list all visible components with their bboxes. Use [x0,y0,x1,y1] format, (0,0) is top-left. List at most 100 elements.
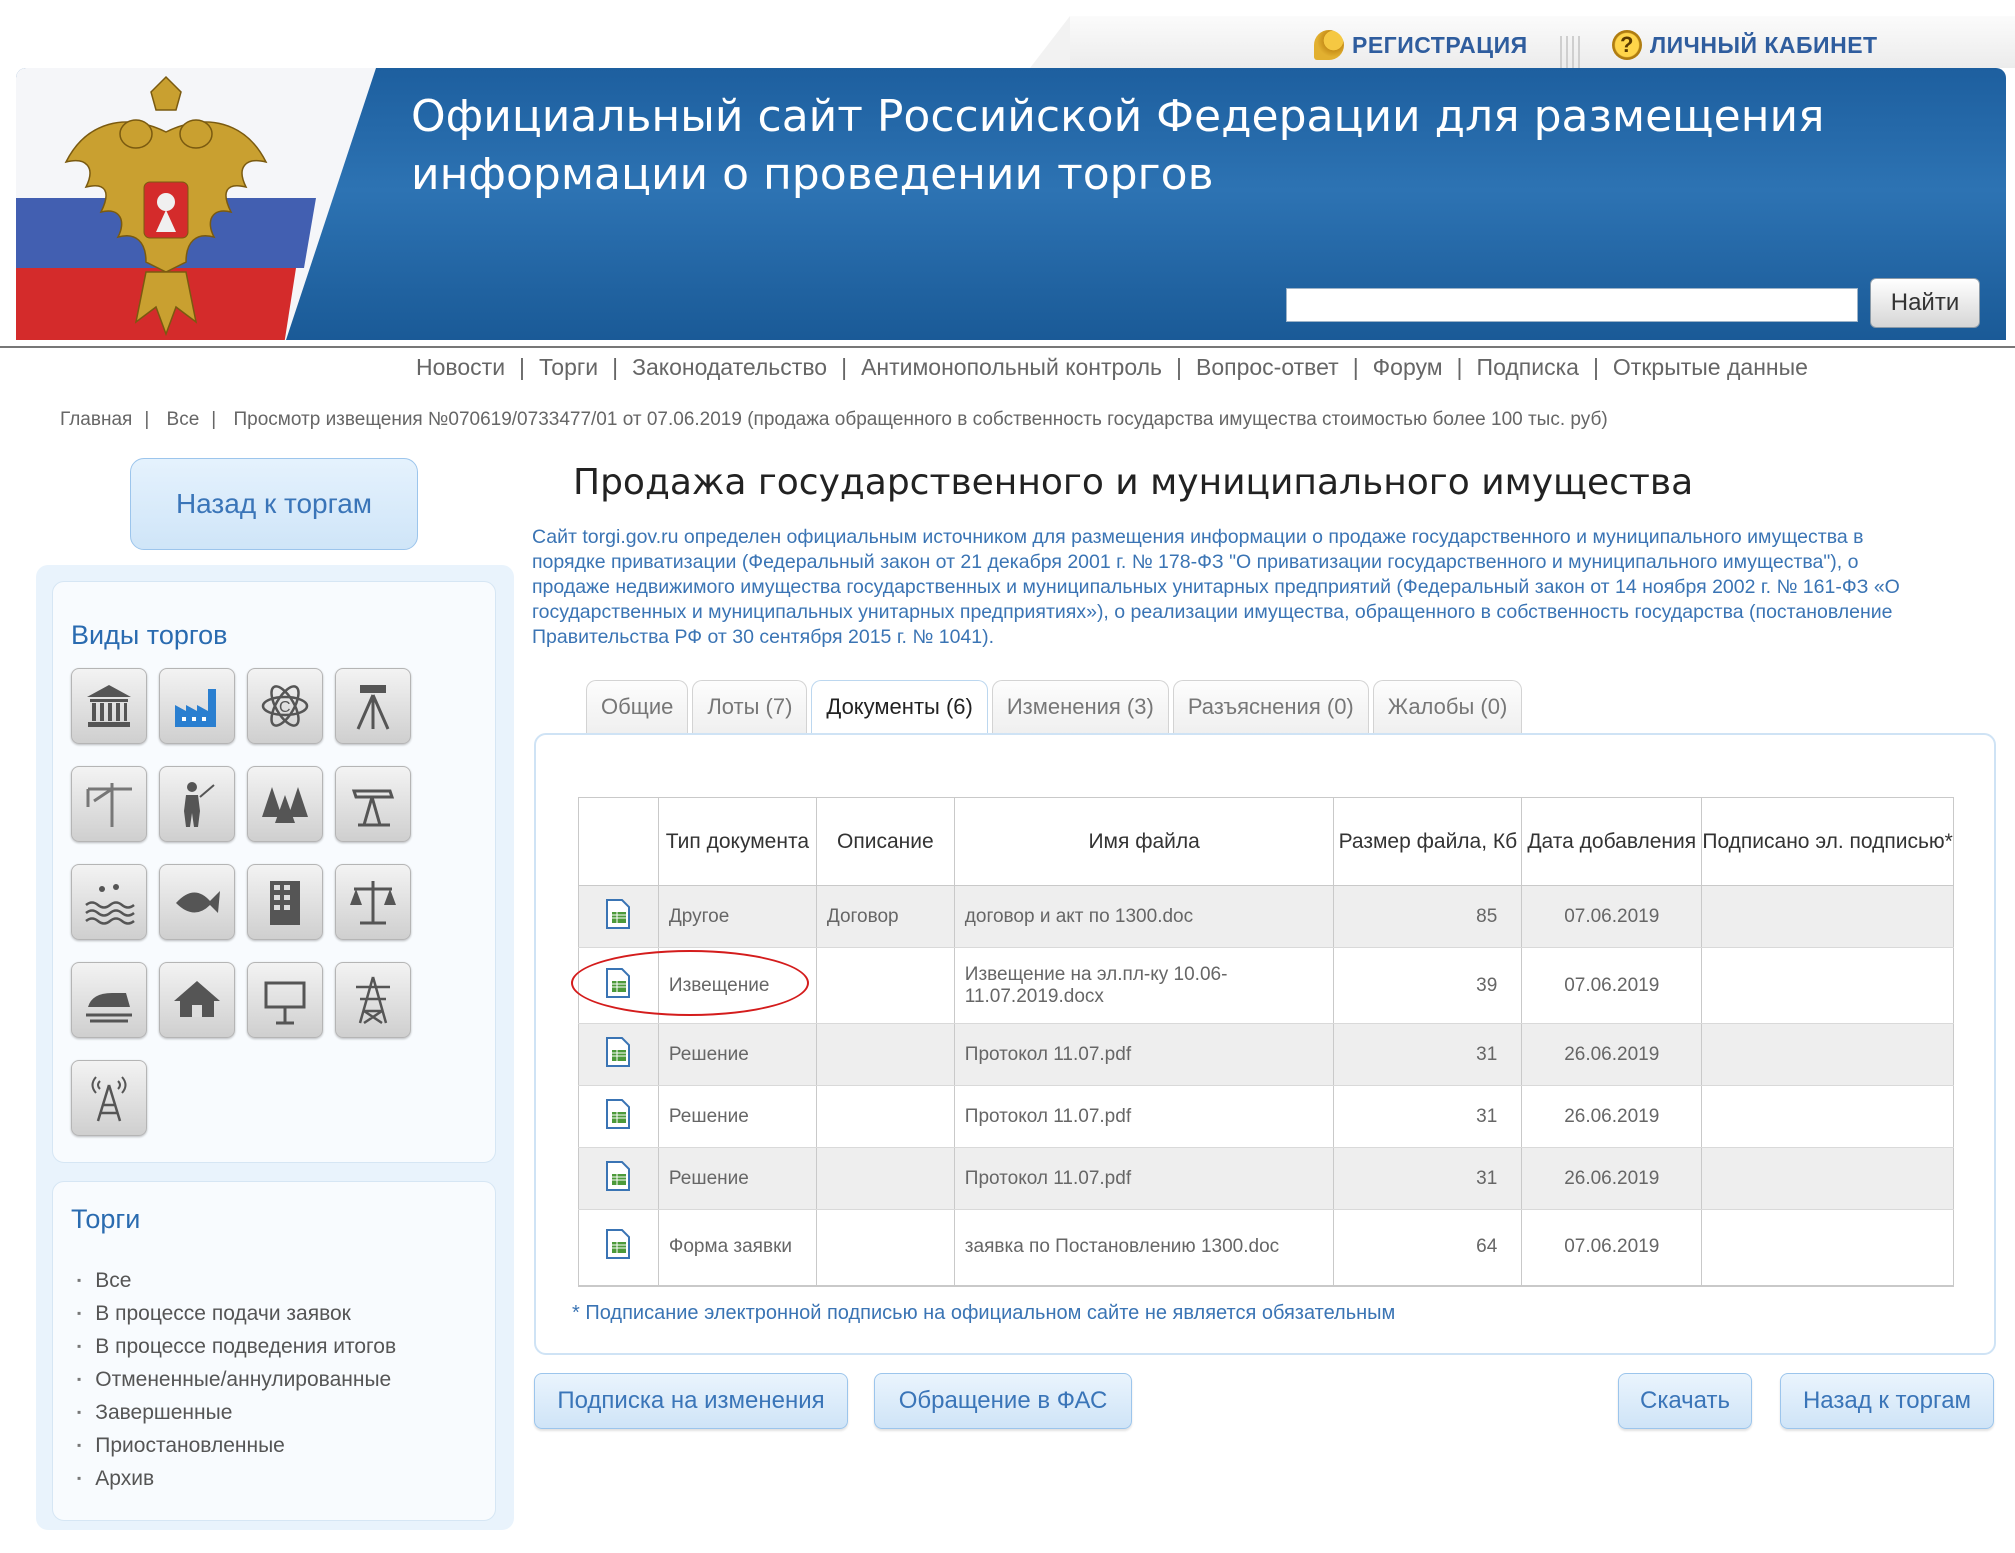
cell-file-name[interactable]: Извещение на эл.пл-ку 10.06-11.07.2019.d… [953,947,1335,1024]
site-title-line1: Официальный сайт Российской Федерации дл… [411,91,1825,142]
back-to-torgi-button[interactable]: Назад к торгам [1780,1373,1994,1429]
download-button[interactable]: Скачать [1618,1373,1752,1429]
status-item-applications[interactable]: В процессе подачи заявок [77,1297,396,1330]
factory-icon[interactable] [159,668,235,744]
tab-changes[interactable]: Изменения (3) [991,680,1169,734]
tab-complaints[interactable]: Жалобы (0) [1372,680,1523,734]
subscribe-changes-button[interactable]: Подписка на изменения [534,1373,848,1429]
sidebar: Виды торгов C Торги ▪ Все ▪ В процессе п… [36,565,514,1530]
bank-icon[interactable] [71,668,147,744]
top-bar: РЕГИСТРАЦИЯ ? ЛИЧНЫЙ КАБИНЕТ [1030,16,2015,70]
house-icon[interactable] [159,962,235,1038]
key-icon [1314,30,1344,60]
radio-tower-icon[interactable] [71,1060,147,1136]
building-icon[interactable] [247,864,323,940]
cell-description [815,1085,955,1148]
cell-file-size: 85 [1333,885,1523,948]
status-item-completed[interactable]: Завершенные [77,1396,396,1429]
fish-icon[interactable] [159,864,235,940]
cell-file-name[interactable]: Протокол 11.07.pdf [953,1023,1335,1086]
torgi-status-panel: Торги Все В процессе подачи заявок В про… [52,1181,496,1521]
col-icon [578,797,659,886]
col-description: Описание [815,797,955,886]
billboard-icon[interactable] [247,962,323,1038]
document-icon[interactable] [604,1228,632,1260]
survey-tripod-icon[interactable] [335,668,411,744]
coat-of-arms-icon [64,75,268,337]
document-icon[interactable] [604,898,632,930]
cabinet-label: ЛИЧНЫЙ КАБИНЕТ [1650,31,1878,58]
table-row: Решение Протокол 11.07.pdf 31 26.06.2019 [578,1147,1954,1210]
cell-file-name[interactable]: Протокол 11.07.pdf [953,1085,1335,1148]
cell-date-added: 26.06.2019 [1521,1085,1703,1148]
breadcrumb: Главная | Все | Просмотр извещения №070619… [60,409,1608,430]
document-icon[interactable] [604,1036,632,1068]
status-item-archive[interactable]: Архив [77,1462,396,1495]
cell-doc-type: Форма заявки [657,1209,817,1287]
hunter-icon[interactable] [159,766,235,842]
col-file-size: Размер файла, Кб [1333,797,1523,886]
crane-icon[interactable] [71,766,147,842]
col-signed: Подписано эл. подписью* [1701,797,1954,886]
breadcrumb-home[interactable]: Главная [60,409,132,430]
nav-item-faq[interactable]: Вопрос-ответ [1196,354,1339,381]
torgi-status-title: Торги [71,1204,141,1234]
nav-item-legislation[interactable]: Законодательство [632,354,827,381]
svg-text:C: C [279,699,291,716]
table-row: Форма заявки заявка по Постановлению 130… [578,1209,1954,1287]
nav-item-open-data[interactable]: Открытые данные [1613,354,1808,381]
cell-file-name[interactable]: заявка по Постановлению 1300.doc [953,1209,1335,1287]
water-icon[interactable] [71,864,147,940]
page-title: Продажа государственного и муниципальног… [573,462,1694,503]
header-divider [0,346,2015,348]
table-row: Решение Протокол 11.07.pdf 31 26.06.2019 [578,1023,1954,1086]
main-nav: Новости | Торги | Законодательство | Антимо… [416,353,1808,381]
cell-file-name[interactable]: договор и акт по 1300.doc [953,885,1335,948]
atom-icon[interactable]: C [247,668,323,744]
table-header-row: Тип документа Описание Имя файла Размер … [578,797,1954,886]
forest-icon[interactable] [247,766,323,842]
fas-appeal-button[interactable]: Обращение в ФАС [874,1373,1132,1429]
table-row: Решение Протокол 11.07.pdf 31 26.06.2019 [578,1085,1954,1148]
nav-item-news[interactable]: Новости [416,354,505,381]
railway-icon[interactable] [71,962,147,1038]
nav-item-forum[interactable]: Форум [1373,354,1443,381]
cell-date-added: 07.06.2019 [1521,947,1703,1024]
cell-doc-type: Решение [657,1085,817,1148]
cell-signed [1701,1209,1954,1287]
status-item-cancelled[interactable]: Отмененные/аннулированные [77,1363,396,1396]
status-item-results[interactable]: В процессе подведения итогов [77,1330,396,1363]
register-link[interactable]: РЕГИСТРАЦИЯ [1314,30,1528,60]
breadcrumb-all[interactable]: Все [167,409,200,430]
document-icon[interactable] [604,967,632,999]
cell-file-size: 31 [1333,1023,1523,1086]
power-tower-icon[interactable] [335,962,411,1038]
tab-documents[interactable]: Документы (6) [811,680,988,738]
tab-lots[interactable]: Лоты (7) [692,680,808,734]
auction-types-title: Виды торгов [71,620,228,650]
tab-general[interactable]: Общие [586,680,689,734]
document-icon[interactable] [604,1160,632,1192]
document-icon[interactable] [604,1098,632,1130]
cell-doc-type: Другое [657,885,817,948]
info-paragraph: Сайт torgi.gov.ru определен официальным … [532,526,1900,648]
cell-description [815,1209,955,1287]
status-item-all[interactable]: Все [77,1264,396,1297]
cell-file-name[interactable]: Протокол 11.07.pdf [953,1147,1335,1210]
cell-date-added: 07.06.2019 [1521,885,1703,948]
site-title-line2: информации о проведении торгов [411,149,1214,200]
search-input[interactable] [1286,288,1858,322]
status-item-suspended[interactable]: Приостановленные [77,1429,396,1462]
nav-item-antimonopoly[interactable]: Антимонопольный контроль [861,354,1162,381]
nav-item-torgi[interactable]: Торги [539,354,598,381]
cell-signed [1701,947,1954,1024]
tab-clarifications[interactable]: Разъяснения (0) [1172,680,1369,734]
scales-icon[interactable] [335,864,411,940]
cell-signed [1701,1023,1954,1086]
search-button[interactable]: Найти [1870,278,1980,328]
sidebar-back-button[interactable]: Назад к торгам [130,458,418,550]
signature-footnote: * Подписание электронной подписью на офи… [572,1302,1396,1324]
nav-item-subscription[interactable]: Подписка [1477,354,1579,381]
cabinet-link[interactable]: ? ЛИЧНЫЙ КАБИНЕТ [1612,30,1878,60]
oil-pump-icon[interactable] [335,766,411,842]
